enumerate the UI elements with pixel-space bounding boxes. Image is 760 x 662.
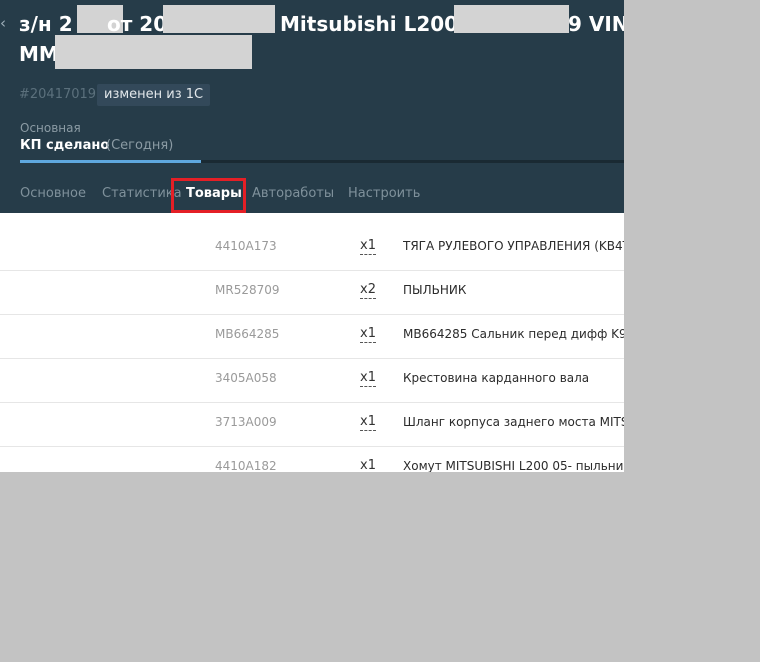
redacted-block [454, 5, 569, 33]
title-segment-vin: 9 VIN [568, 12, 624, 36]
order-window: ‹ з/н 2 от 20. Mitsubishi L200 № 9 VIN M… [0, 0, 624, 472]
item-quantity[interactable]: x1 [360, 458, 376, 472]
status-progress-bar [20, 160, 624, 163]
tab-configure[interactable]: Настроить [348, 186, 420, 202]
item-sku: 3713A009 [215, 415, 277, 429]
item-name: Хомут MITSUBISHI L200 05- пыльник [403, 459, 624, 472]
redacted-block [163, 5, 275, 33]
redacted-block [55, 35, 252, 69]
item-sku: 3405A058 [215, 371, 277, 385]
list-item[interactable]: 4410A173 x1 ТЯГА РУЛЕВОГО УПРАВЛЕНИЯ (KB… [0, 227, 624, 271]
item-sku: MB664285 [215, 327, 280, 341]
order-status[interactable]: КП сделано [20, 138, 109, 154]
item-sku: 4410A173 [215, 239, 277, 253]
list-item[interactable]: MB664285 x1 MB664285 Сальник перед дифф … [0, 315, 624, 359]
order-number: #20417019 [19, 87, 97, 102]
item-quantity[interactable]: x1 [360, 326, 376, 343]
item-quantity[interactable]: x2 [360, 282, 376, 299]
tab-main[interactable]: Основное [20, 186, 86, 202]
list-item[interactable]: 3713A009 x1 Шланг корпуса заднего моста … [0, 403, 624, 447]
order-header: ‹ з/н 2 от 20. Mitsubishi L200 № 9 VIN M… [0, 0, 624, 213]
list-item[interactable]: 3405A058 x1 Крестовина карданного вала [0, 359, 624, 403]
status-progress-fill [20, 160, 201, 163]
item-name: ТЯГА РУЛЕВОГО УПРАВЛЕНИЯ (KB4T [403, 239, 624, 253]
list-item[interactable]: 4410A182 x1 Хомут MITSUBISHI L200 05- пы… [0, 447, 624, 472]
item-sku: 4410A182 [215, 459, 277, 472]
tab-statistics[interactable]: Статистика [102, 186, 182, 202]
active-tab-highlight [171, 178, 246, 213]
back-chevron-icon[interactable]: ‹ [0, 14, 12, 32]
item-name: ПЫЛЬНИК [403, 283, 467, 297]
item-name: Шланг корпуса заднего моста MITSU [403, 415, 624, 429]
item-quantity[interactable]: x1 [360, 370, 376, 387]
item-name: MB664285 Сальник перед дифф K9 [403, 327, 624, 341]
tab-autoworks[interactable]: Автоработы [252, 186, 334, 202]
changed-status-badge: изменен из 1С [97, 84, 211, 106]
item-quantity[interactable]: x1 [360, 414, 376, 431]
list-item[interactable]: MR528709 x2 ПЫЛЬНИК [0, 271, 624, 315]
pipeline-label: Основная [20, 121, 81, 135]
item-quantity[interactable]: x1 [360, 238, 376, 255]
status-date: (Сегодня) [106, 138, 174, 153]
item-sku: MR528709 [215, 283, 280, 297]
item-name: Крестовина карданного вала [403, 371, 590, 385]
